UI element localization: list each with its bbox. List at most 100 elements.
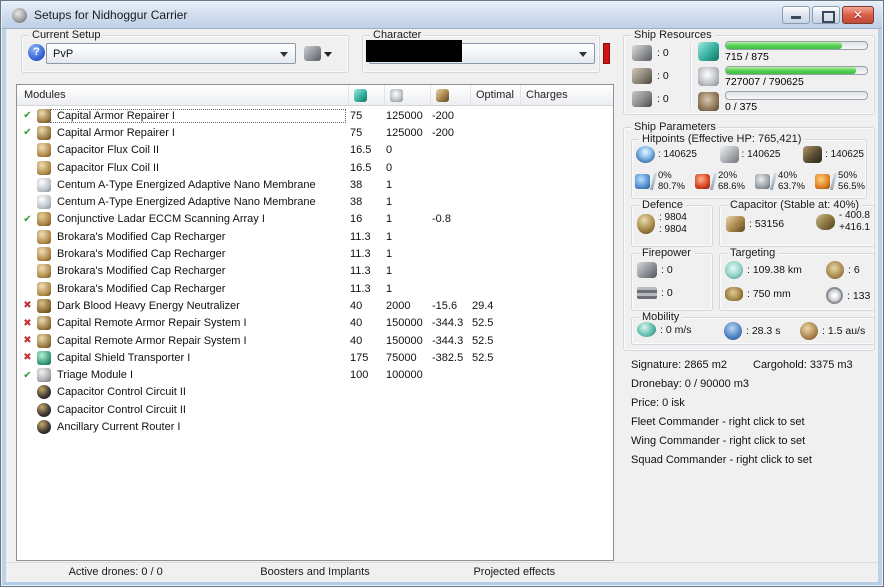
shield-resist-value: 20% xyxy=(718,170,738,181)
maximize-button[interactable] xyxy=(812,6,840,24)
module-powergrid-value: 1 xyxy=(386,282,393,295)
module-row[interactable]: Capacitor Flux Coil II 16.5 0 xyxy=(17,142,613,159)
resource-bar-track xyxy=(725,66,868,75)
module-name: Capacitor Flux Coil II xyxy=(57,144,160,157)
module-row[interactable]: Triage Module I 100 100000 xyxy=(17,366,613,383)
module-row[interactable]: Brokara's Modified Cap Recharger 11.3 1 xyxy=(17,280,613,297)
bottom-panel-tab[interactable]: Boosters and Implants xyxy=(215,563,414,583)
hardpoint-counters: : 0 : 0 : 0 xyxy=(632,41,669,110)
modules-column-label: Modules xyxy=(24,89,66,101)
powergrid-column-header[interactable] xyxy=(385,85,431,105)
module-status-icon xyxy=(20,108,35,123)
module-row[interactable]: Capacitor Flux Coil II 16.5 0 xyxy=(17,159,613,176)
module-row[interactable]: Conjunctive Ladar ECCM Scanning Array I … xyxy=(17,211,613,228)
resist-icon xyxy=(815,174,831,189)
charges-column-header[interactable]: Charges xyxy=(521,85,613,105)
module-name: Centum A-Type Energized Adaptive Nano Me… xyxy=(57,196,316,209)
align-time-icon xyxy=(724,322,742,340)
hitpoints-group: Hitpoints (Effective HP: 765,421) : 1406… xyxy=(631,133,867,199)
module-row[interactable]: Capital Armor Repairer I 75 125000 -200 xyxy=(17,107,613,124)
hardpoint-icon xyxy=(632,67,652,84)
module-cpu-value: 40 xyxy=(350,334,363,347)
shield-resist-value: 50% xyxy=(838,170,858,181)
resource-bar-value: 715 / 875 xyxy=(725,51,769,63)
resource-icon xyxy=(698,92,719,111)
module-row[interactable]: Capacitor Control Circuit II xyxy=(17,401,613,418)
module-row[interactable]: Centum A-Type Energized Adaptive Nano Me… xyxy=(17,193,613,210)
module-cpu-value: 40 xyxy=(350,317,363,330)
window-title: Setups for Nidhoggur Carrier xyxy=(34,8,188,22)
module-row[interactable]: Ancillary Current Router I xyxy=(17,418,613,435)
resource-bars: 715 / 875 727007 / 790625 0 / 375 xyxy=(698,41,868,116)
module-row[interactable]: Brokara's Modified Cap Recharger 11.3 1 xyxy=(17,245,613,262)
hitpoint-values: : 140625 : 140625 : 140625 xyxy=(636,146,864,163)
defence-group: Defence : 9804 : 9804 xyxy=(631,199,713,247)
price-info: Price: 0 isk xyxy=(631,397,685,409)
bottom-panel-tab[interactable]: Projected effects xyxy=(415,563,614,583)
bottom-panel-tab[interactable]: Active drones: 0 / 0 xyxy=(16,563,215,583)
titlebar[interactable]: Setups for Nidhoggur Carrier xyxy=(2,2,882,29)
hardpoint-count: : 0 xyxy=(657,69,669,82)
capacitor-group: Capacitor (Stable at: 40%) : 53156 - 400… xyxy=(719,199,875,247)
commander-slot[interactable]: Squad Commander - right click to set xyxy=(631,454,812,473)
module-name: Capital Remote Armor Repair System I xyxy=(57,317,247,330)
module-type-icon xyxy=(37,264,51,279)
resist-cell: 0% 80.7% xyxy=(635,170,685,192)
module-type-icon xyxy=(37,333,51,348)
module-row[interactable]: Capital Remote Armor Repair System I 40 … xyxy=(17,332,613,349)
module-type-icon xyxy=(37,177,51,192)
capacitor-icon xyxy=(436,88,449,102)
resist-icon xyxy=(755,174,771,189)
module-row[interactable]: Brokara's Modified Cap Recharger 11.3 1 xyxy=(17,263,613,280)
module-row[interactable]: Capital Armor Repairer I 75 125000 -200 xyxy=(17,124,613,141)
close-button[interactable] xyxy=(842,6,874,24)
minimize-button[interactable] xyxy=(782,6,810,24)
module-type-icon xyxy=(37,212,51,227)
targeting-group: Targeting : 109.38 km : 6 : 750 mm : 133 xyxy=(719,247,875,311)
module-name: Dark Blood Heavy Energy Neutralizer xyxy=(57,299,240,312)
modules-list[interactable]: Modules Optimal Charges Capital Armor Re… xyxy=(16,84,614,561)
help-icon[interactable] xyxy=(28,44,45,61)
resource-bar-track xyxy=(725,91,868,100)
module-row[interactable]: Centum A-Type Energized Adaptive Nano Me… xyxy=(17,176,613,193)
module-type-icon xyxy=(37,419,51,434)
resource-bar-value: 727007 / 790625 xyxy=(725,76,804,88)
modules-list-header[interactable]: Modules Optimal Charges xyxy=(17,85,613,106)
module-cap-value: -15.6 xyxy=(432,299,458,312)
module-name: Triage Module I xyxy=(57,369,134,382)
resist-divider xyxy=(649,173,658,190)
hardpoint-count: : 0 xyxy=(657,46,669,59)
hitpoint-icon xyxy=(719,146,739,163)
module-cap-value: -344.3 xyxy=(432,334,464,347)
setups-window: Setups for Nidhoggur Carrier Current Set… xyxy=(0,0,884,587)
setup-select[interactable]: PvP xyxy=(46,43,296,64)
optimal-column-header[interactable]: Optimal xyxy=(471,85,521,105)
cpu-icon xyxy=(354,88,367,102)
module-name: Capital Remote Armor Repair System I xyxy=(57,334,247,347)
module-row[interactable]: Capital Remote Armor Repair System I 40 … xyxy=(17,315,613,332)
module-row[interactable]: Dark Blood Heavy Energy Neutralizer 40 2… xyxy=(17,297,613,314)
max-velocity-value: : 0 m/s xyxy=(660,323,692,336)
module-status-icon xyxy=(20,333,35,348)
module-cpu-value: 11.3 xyxy=(350,230,371,243)
module-cpu-value: 38 xyxy=(350,178,363,191)
charges-column-label: Charges xyxy=(526,89,568,101)
module-row[interactable]: Brokara's Modified Cap Recharger 11.3 1 xyxy=(17,228,613,245)
module-optimal-value: 52.5 xyxy=(472,317,494,330)
module-type-icon xyxy=(37,281,51,296)
module-cpu-value: 11.3 xyxy=(350,248,371,261)
capacitor-column-header[interactable] xyxy=(431,85,471,105)
module-row[interactable]: Capacitor Control Circuit II xyxy=(17,384,613,401)
resist-icon xyxy=(695,174,711,189)
module-optimal-value: 52.5 xyxy=(472,334,494,347)
setup-tools-button[interactable] xyxy=(304,43,342,64)
ship-resources-group: Ship Resources : 0 : 0 : 0 715 / 875 727… xyxy=(623,29,875,116)
module-row[interactable]: Capital Shield Transporter I 175 75000 -… xyxy=(17,349,613,366)
scan-resolution-icon xyxy=(826,287,843,304)
hardpoint-icon xyxy=(632,44,652,61)
commander-slot[interactable]: Wing Commander - right click to set xyxy=(631,435,812,454)
module-powergrid-value: 100000 xyxy=(386,369,423,382)
commander-slot[interactable]: Fleet Commander - right click to set xyxy=(631,416,812,435)
modules-column-header[interactable]: Modules xyxy=(17,85,349,105)
cpu-column-header[interactable] xyxy=(349,85,385,105)
